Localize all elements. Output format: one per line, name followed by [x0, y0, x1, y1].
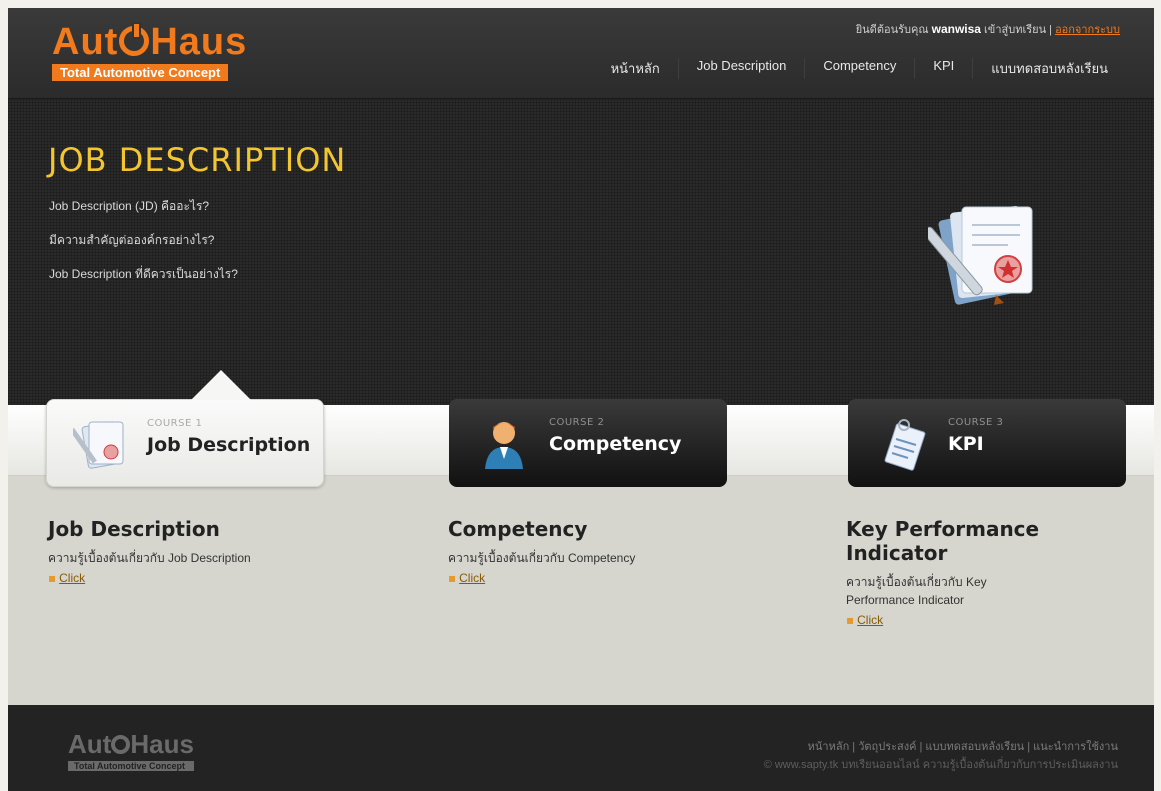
course-heading: Key Performance Indicator [846, 517, 1040, 565]
course-heading: Competency [448, 517, 588, 541]
clipboard-icon [884, 419, 926, 471]
course-click-link[interactable]: Click [59, 571, 85, 585]
course-summary-3: Key Performance Indicator ความรู้เบื้องต… [846, 517, 1056, 628]
course-section: COURSE 1 Job Description COURSE 2 Compet… [8, 370, 1154, 705]
nav-home[interactable]: หน้าหลัก [593, 58, 678, 79]
welcome-prefix: ยินดีต้อนรับคุณ [855, 24, 929, 36]
logo-word2: Haus [150, 21, 248, 63]
hero-question: Job Description (JD) คืออะไร? [49, 199, 210, 213]
username: wanwisa [931, 22, 981, 36]
footer-logo-tagline: Total Automotive Concept [68, 761, 194, 771]
page-frame: Aut Haus Total Automotive Concept ยินดีต้… [8, 8, 1154, 791]
site-header: Aut Haus Total Automotive Concept ยินดีต้… [8, 8, 1154, 99]
site-footer: Aut Haus Total Automotive Concept หน้าหลั… [8, 705, 1154, 791]
person-icon [485, 422, 523, 469]
hero-banner: JOB DESCRIPTION Job Description (JD) คือ… [8, 99, 1154, 405]
power-icon [119, 22, 150, 56]
hero-question: Job Description ที่ดีควรเป็นอย่างไร? [49, 267, 238, 281]
hero-question: มีความสำคัญต่อองค์กรอย่างไร? [49, 233, 215, 247]
power-icon [111, 735, 131, 754]
tab-course-1[interactable]: COURSE 1 Job Description [46, 370, 324, 487]
course-name: KPI [948, 433, 984, 455]
welcome-message: ยินดีต้อนรับคุณ wanwisa เข้าสู่บทเรียน |… [856, 20, 1120, 38]
bullet-icon: ▪ [48, 571, 57, 585]
nav-kpi[interactable]: KPI [914, 58, 972, 79]
course-number: COURSE 1 [147, 418, 203, 429]
course-number: COURSE 3 [948, 417, 1004, 428]
nav-competency[interactable]: Competency [804, 58, 914, 79]
course-summary-2: Competency ความรู้เบื้องต้นเกี่ยวกับ Com… [448, 517, 748, 586]
document-icon [73, 421, 124, 469]
course-heading: Job Description [48, 517, 220, 541]
course-click-link[interactable]: Click [857, 613, 883, 627]
footer-logo[interactable]: Aut Haus Total Automotive Concept [68, 729, 194, 771]
course-summary-1: Job Description ความรู้เบื้องต้นเกี่ยวกั… [48, 517, 348, 586]
bullet-icon: ▪ [846, 613, 855, 627]
bullet-icon: ▪ [448, 571, 457, 585]
footer-logo-word: Aut [68, 729, 112, 759]
tab-course-2[interactable]: COURSE 2 Competency [449, 399, 727, 487]
logo-word: Aut [52, 21, 119, 63]
active-tab-pointer [191, 370, 251, 400]
welcome-suffix: เข้าสู่บทเรียน | [984, 24, 1052, 36]
course-name: Competency [549, 433, 682, 455]
page-title: JOB DESCRIPTION [48, 141, 347, 179]
logout-link[interactable]: ออกจากระบบ [1055, 24, 1120, 36]
course-description: ความรู้เบื้องต้นเกี่ยวกับ Key Performanc… [846, 575, 987, 607]
document-pen-icon [928, 205, 1033, 305]
nav-post-test[interactable]: แบบทดสอบหลังเรียน [972, 58, 1126, 79]
main-nav: หน้าหลัก Job Description Competency KPI … [593, 58, 1126, 79]
logo-tagline: Total Automotive Concept [52, 64, 229, 81]
footer-copyright: © www.sapty.tk บทเรียนออนไลน์ ความรู้เบื… [763, 759, 1118, 771]
nav-job-description[interactable]: Job Description [677, 58, 805, 79]
autohaus-logo[interactable]: Aut Haus Total Automotive Concept [52, 22, 247, 81]
course-number: COURSE 2 [549, 417, 605, 428]
tab-course-3[interactable]: COURSE 3 KPI [848, 399, 1126, 487]
course-click-link[interactable]: Click [459, 571, 485, 585]
course-description: ความรู้เบื้องต้นเกี่ยวกับ Competency [448, 551, 636, 565]
course-name: Job Description [147, 434, 311, 456]
footer-logo-word2: Haus [130, 729, 194, 759]
course-description: ความรู้เบื้องต้นเกี่ยวกับ Job Descriptio… [48, 551, 251, 565]
footer-links[interactable]: หน้าหลัก | วัตถุประสงค์ | แบบทดสอบหลังเร… [808, 737, 1118, 755]
